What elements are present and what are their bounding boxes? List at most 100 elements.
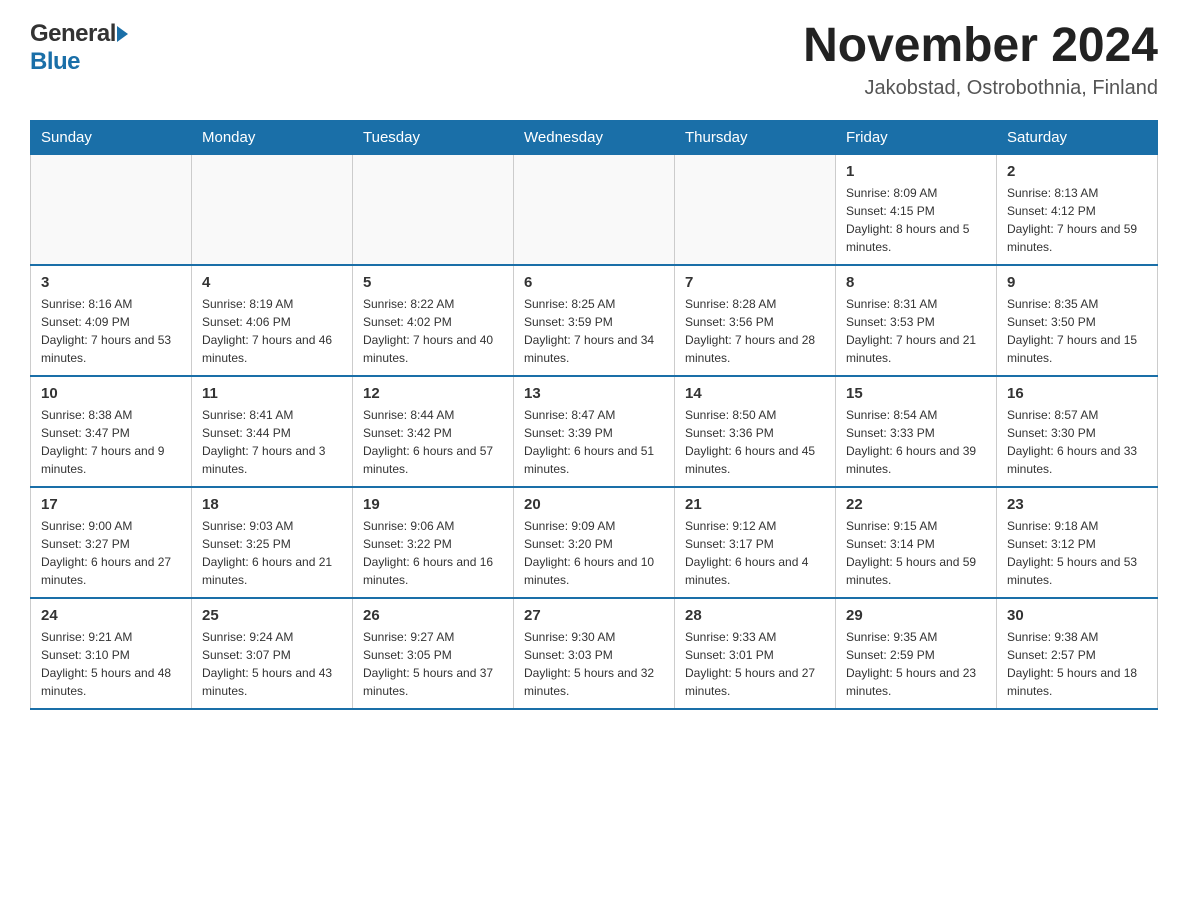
day-info: Sunrise: 8:09 AMSunset: 4:15 PMDaylight:… (846, 184, 986, 256)
calendar-cell: 1 Sunrise: 8:09 AMSunset: 4:15 PMDayligh… (836, 154, 997, 265)
day-info: Sunrise: 8:57 AMSunset: 3:30 PMDaylight:… (1007, 406, 1147, 478)
day-info: Sunrise: 9:21 AMSunset: 3:10 PMDaylight:… (41, 628, 181, 700)
calendar-week-row: 10 Sunrise: 8:38 AMSunset: 3:47 PMDaylig… (31, 376, 1158, 487)
day-number: 12 (363, 385, 503, 402)
calendar-cell (31, 154, 192, 265)
calendar-cell: 5 Sunrise: 8:22 AMSunset: 4:02 PMDayligh… (353, 265, 514, 376)
month-title: November 2024 (803, 20, 1158, 73)
day-info: Sunrise: 9:30 AMSunset: 3:03 PMDaylight:… (524, 628, 664, 700)
day-info: Sunrise: 9:35 AMSunset: 2:59 PMDaylight:… (846, 628, 986, 700)
day-number: 4 (202, 274, 342, 291)
calendar-cell: 2 Sunrise: 8:13 AMSunset: 4:12 PMDayligh… (997, 154, 1158, 265)
logo: General Blue (30, 20, 128, 76)
day-number: 10 (41, 385, 181, 402)
weekday-header-tuesday: Tuesday (353, 120, 514, 154)
weekday-header-friday: Friday (836, 120, 997, 154)
calendar-cell: 3 Sunrise: 8:16 AMSunset: 4:09 PMDayligh… (31, 265, 192, 376)
calendar-cell: 16 Sunrise: 8:57 AMSunset: 3:30 PMDaylig… (997, 376, 1158, 487)
logo-arrow-icon (117, 26, 128, 43)
calendar-week-row: 3 Sunrise: 8:16 AMSunset: 4:09 PMDayligh… (31, 265, 1158, 376)
calendar-cell: 18 Sunrise: 9:03 AMSunset: 3:25 PMDaylig… (192, 487, 353, 598)
calendar-cell: 30 Sunrise: 9:38 AMSunset: 2:57 PMDaylig… (997, 598, 1158, 709)
day-number: 29 (846, 607, 986, 624)
calendar-cell: 20 Sunrise: 9:09 AMSunset: 3:20 PMDaylig… (514, 487, 675, 598)
day-number: 30 (1007, 607, 1147, 624)
weekday-header-monday: Monday (192, 120, 353, 154)
day-number: 25 (202, 607, 342, 624)
calendar-cell: 26 Sunrise: 9:27 AMSunset: 3:05 PMDaylig… (353, 598, 514, 709)
calendar-cell: 28 Sunrise: 9:33 AMSunset: 3:01 PMDaylig… (675, 598, 836, 709)
day-number: 16 (1007, 385, 1147, 402)
day-info: Sunrise: 9:15 AMSunset: 3:14 PMDaylight:… (846, 517, 986, 589)
calendar-cell: 4 Sunrise: 8:19 AMSunset: 4:06 PMDayligh… (192, 265, 353, 376)
day-number: 26 (363, 607, 503, 624)
day-number: 5 (363, 274, 503, 291)
day-info: Sunrise: 8:38 AMSunset: 3:47 PMDaylight:… (41, 406, 181, 478)
day-info: Sunrise: 8:47 AMSunset: 3:39 PMDaylight:… (524, 406, 664, 478)
calendar-cell: 27 Sunrise: 9:30 AMSunset: 3:03 PMDaylig… (514, 598, 675, 709)
day-info: Sunrise: 8:44 AMSunset: 3:42 PMDaylight:… (363, 406, 503, 478)
calendar-cell: 14 Sunrise: 8:50 AMSunset: 3:36 PMDaylig… (675, 376, 836, 487)
day-info: Sunrise: 8:35 AMSunset: 3:50 PMDaylight:… (1007, 295, 1147, 367)
calendar-cell: 8 Sunrise: 8:31 AMSunset: 3:53 PMDayligh… (836, 265, 997, 376)
day-number: 18 (202, 496, 342, 513)
day-number: 19 (363, 496, 503, 513)
day-info: Sunrise: 8:13 AMSunset: 4:12 PMDaylight:… (1007, 184, 1147, 256)
calendar-cell (514, 154, 675, 265)
logo-general-text: General (30, 20, 116, 48)
calendar-cell: 6 Sunrise: 8:25 AMSunset: 3:59 PMDayligh… (514, 265, 675, 376)
day-number: 21 (685, 496, 825, 513)
day-number: 8 (846, 274, 986, 291)
day-info: Sunrise: 9:18 AMSunset: 3:12 PMDaylight:… (1007, 517, 1147, 589)
day-number: 20 (524, 496, 664, 513)
day-info: Sunrise: 9:33 AMSunset: 3:01 PMDaylight:… (685, 628, 825, 700)
calendar-week-row: 24 Sunrise: 9:21 AMSunset: 3:10 PMDaylig… (31, 598, 1158, 709)
day-number: 14 (685, 385, 825, 402)
day-info: Sunrise: 8:28 AMSunset: 3:56 PMDaylight:… (685, 295, 825, 367)
location-title: Jakobstad, Ostrobothnia, Finland (803, 77, 1158, 100)
calendar-cell: 29 Sunrise: 9:35 AMSunset: 2:59 PMDaylig… (836, 598, 997, 709)
day-info: Sunrise: 8:31 AMSunset: 3:53 PMDaylight:… (846, 295, 986, 367)
calendar-cell: 11 Sunrise: 8:41 AMSunset: 3:44 PMDaylig… (192, 376, 353, 487)
page-header: General Blue November 2024 Jakobstad, Os… (30, 20, 1158, 100)
day-info: Sunrise: 8:41 AMSunset: 3:44 PMDaylight:… (202, 406, 342, 478)
day-info: Sunrise: 8:50 AMSunset: 3:36 PMDaylight:… (685, 406, 825, 478)
calendar-cell: 17 Sunrise: 9:00 AMSunset: 3:27 PMDaylig… (31, 487, 192, 598)
day-info: Sunrise: 9:00 AMSunset: 3:27 PMDaylight:… (41, 517, 181, 589)
day-number: 1 (846, 163, 986, 180)
day-info: Sunrise: 9:24 AMSunset: 3:07 PMDaylight:… (202, 628, 342, 700)
calendar-week-row: 1 Sunrise: 8:09 AMSunset: 4:15 PMDayligh… (31, 154, 1158, 265)
day-number: 13 (524, 385, 664, 402)
calendar-cell: 21 Sunrise: 9:12 AMSunset: 3:17 PMDaylig… (675, 487, 836, 598)
day-number: 2 (1007, 163, 1147, 180)
calendar-cell (675, 154, 836, 265)
day-number: 15 (846, 385, 986, 402)
day-info: Sunrise: 9:27 AMSunset: 3:05 PMDaylight:… (363, 628, 503, 700)
calendar-cell: 13 Sunrise: 8:47 AMSunset: 3:39 PMDaylig… (514, 376, 675, 487)
title-section: November 2024 Jakobstad, Ostrobothnia, F… (803, 20, 1158, 100)
calendar-cell: 7 Sunrise: 8:28 AMSunset: 3:56 PMDayligh… (675, 265, 836, 376)
day-info: Sunrise: 9:38 AMSunset: 2:57 PMDaylight:… (1007, 628, 1147, 700)
calendar-cell: 12 Sunrise: 8:44 AMSunset: 3:42 PMDaylig… (353, 376, 514, 487)
calendar-cell: 23 Sunrise: 9:18 AMSunset: 3:12 PMDaylig… (997, 487, 1158, 598)
day-info: Sunrise: 8:22 AMSunset: 4:02 PMDaylight:… (363, 295, 503, 367)
logo-blue-text: Blue (30, 48, 80, 76)
calendar-cell: 19 Sunrise: 9:06 AMSunset: 3:22 PMDaylig… (353, 487, 514, 598)
day-number: 22 (846, 496, 986, 513)
day-info: Sunrise: 9:06 AMSunset: 3:22 PMDaylight:… (363, 517, 503, 589)
calendar-table: SundayMondayTuesdayWednesdayThursdayFrid… (30, 120, 1158, 710)
day-info: Sunrise: 8:16 AMSunset: 4:09 PMDaylight:… (41, 295, 181, 367)
day-info: Sunrise: 8:25 AMSunset: 3:59 PMDaylight:… (524, 295, 664, 367)
calendar-cell: 10 Sunrise: 8:38 AMSunset: 3:47 PMDaylig… (31, 376, 192, 487)
day-info: Sunrise: 9:09 AMSunset: 3:20 PMDaylight:… (524, 517, 664, 589)
day-number: 11 (202, 385, 342, 402)
weekday-header-saturday: Saturday (997, 120, 1158, 154)
day-number: 27 (524, 607, 664, 624)
calendar-header-row: SundayMondayTuesdayWednesdayThursdayFrid… (31, 120, 1158, 154)
day-number: 9 (1007, 274, 1147, 291)
day-number: 24 (41, 607, 181, 624)
day-info: Sunrise: 9:12 AMSunset: 3:17 PMDaylight:… (685, 517, 825, 589)
day-number: 17 (41, 496, 181, 513)
weekday-header-wednesday: Wednesday (514, 120, 675, 154)
day-number: 23 (1007, 496, 1147, 513)
